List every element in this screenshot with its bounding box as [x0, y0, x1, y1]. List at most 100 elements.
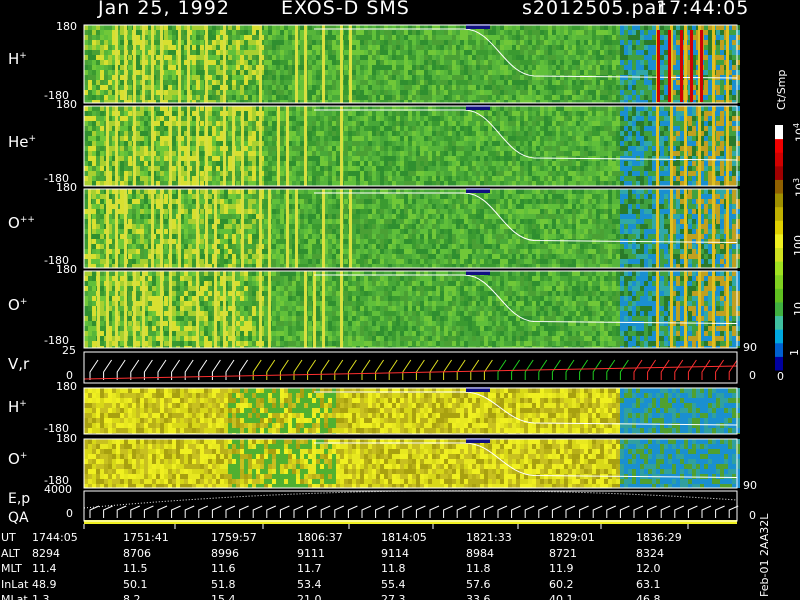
orbit-cell: 1836:29 [636, 531, 682, 544]
panel-label-o-plus-2: O+ [8, 450, 28, 468]
orbit-cell: 1.3 [32, 593, 50, 600]
orbit-cell: 1751:41 [123, 531, 169, 544]
orbit-cell: 9114 [381, 546, 409, 560]
high-count-band [668, 30, 671, 102]
panel-h-plus [84, 25, 740, 103]
orbit-cell: 40.1 [549, 593, 574, 600]
orbit-cell: 8.2 [123, 593, 141, 600]
stripe [178, 106, 181, 186]
stripe [286, 106, 289, 186]
stripe [106, 189, 109, 268]
colorbar-segment [775, 329, 783, 344]
orbit-cell: 50.1 [123, 577, 148, 591]
colorbar-tick-100: 100 [792, 235, 800, 256]
stripe [106, 106, 109, 186]
stripe [712, 271, 715, 348]
high-count-band [700, 30, 703, 102]
orbit-cell: 53.4 [297, 577, 322, 591]
stripe [670, 106, 673, 186]
colorbar-tick-1e4: 104 [792, 123, 800, 142]
stripe [196, 106, 199, 186]
stripe [656, 271, 659, 348]
orbit-cell: 12.0 [636, 562, 661, 575]
stripe [205, 106, 208, 186]
orbit-row-label: InLat [1, 577, 29, 591]
right-tick-max: 90 [743, 341, 757, 354]
colorbar-segment [775, 165, 783, 180]
right-tick-min: 0 [749, 509, 756, 522]
stripe [684, 106, 687, 186]
orbit-cell: 1821:33 [466, 531, 512, 544]
stripe [178, 25, 181, 103]
stripe [223, 271, 226, 348]
stripe [349, 25, 352, 103]
panel-label-o-plusplus: O++ [8, 214, 35, 232]
stripe [160, 271, 163, 348]
stripe [295, 25, 298, 103]
stripe [97, 271, 100, 348]
colorbar-segment [775, 220, 783, 235]
stripe [214, 271, 217, 348]
stripe [115, 189, 118, 268]
orbit-cell: 8984 [466, 546, 494, 560]
orbit-cell: 11.4 [32, 562, 57, 575]
stripe [340, 106, 343, 186]
panel-label-vr: V,r [8, 355, 30, 373]
stripe [313, 271, 316, 348]
high-count-band [680, 30, 683, 102]
y-tick-max: 180 [56, 263, 77, 276]
orbit-cell: 8706 [123, 546, 151, 560]
stripe [133, 25, 136, 103]
stripe [151, 25, 154, 103]
stripe [169, 189, 172, 268]
stripe [726, 106, 729, 186]
stripe [142, 271, 145, 348]
stripe [726, 25, 729, 103]
panel-label-he-plus: He+ [8, 133, 37, 151]
stripe [178, 189, 181, 268]
stripe [304, 271, 307, 348]
stripe [124, 189, 127, 268]
orbit-cell: 46.8 [636, 593, 661, 600]
panel-label-h-plus: H+ [8, 50, 27, 68]
stripe [124, 25, 127, 103]
panel-o-plusplus [84, 189, 740, 268]
orbit-cell: 8996 [211, 546, 239, 560]
right-tick-max: 90 [743, 479, 757, 492]
stripe [277, 106, 280, 186]
stripe [106, 271, 109, 348]
colorbar-segment [775, 356, 783, 371]
stripe [684, 271, 687, 348]
stripe [259, 25, 262, 103]
y-tick-max: 180 [56, 181, 77, 194]
orbit-cell: 8721 [549, 546, 577, 560]
stripe [151, 189, 154, 268]
orbit-cell: 11.8 [381, 562, 406, 575]
high-count-band [690, 30, 693, 102]
panel-label-o-plus: O+ [8, 296, 28, 314]
stripe [726, 271, 729, 348]
stripe [160, 25, 163, 103]
y-tick-max: 180 [56, 98, 77, 111]
orbit-cell: 11.9 [549, 562, 574, 575]
panel-h-plus-low [84, 388, 740, 434]
stripe [259, 106, 262, 186]
stripe [133, 106, 136, 186]
stripe [670, 271, 673, 348]
y-tick-max: 180 [56, 20, 77, 33]
colorbar-segment [775, 233, 783, 248]
stripe [268, 189, 271, 268]
stripe [88, 189, 91, 268]
stripe [698, 189, 701, 268]
panel-o-plus-low [84, 439, 740, 488]
colorbar-segment [775, 152, 783, 167]
stripe [232, 106, 235, 186]
colorbar-segment [775, 274, 783, 289]
orbit-cell: 27.3 [381, 593, 406, 600]
stripe [259, 189, 262, 268]
stripe [712, 106, 715, 186]
stripe [205, 25, 208, 103]
colorbar-segment [775, 301, 783, 317]
panel-label-h-plus-2: H+ [8, 398, 27, 416]
orbit-row-label: MLT [1, 562, 22, 575]
